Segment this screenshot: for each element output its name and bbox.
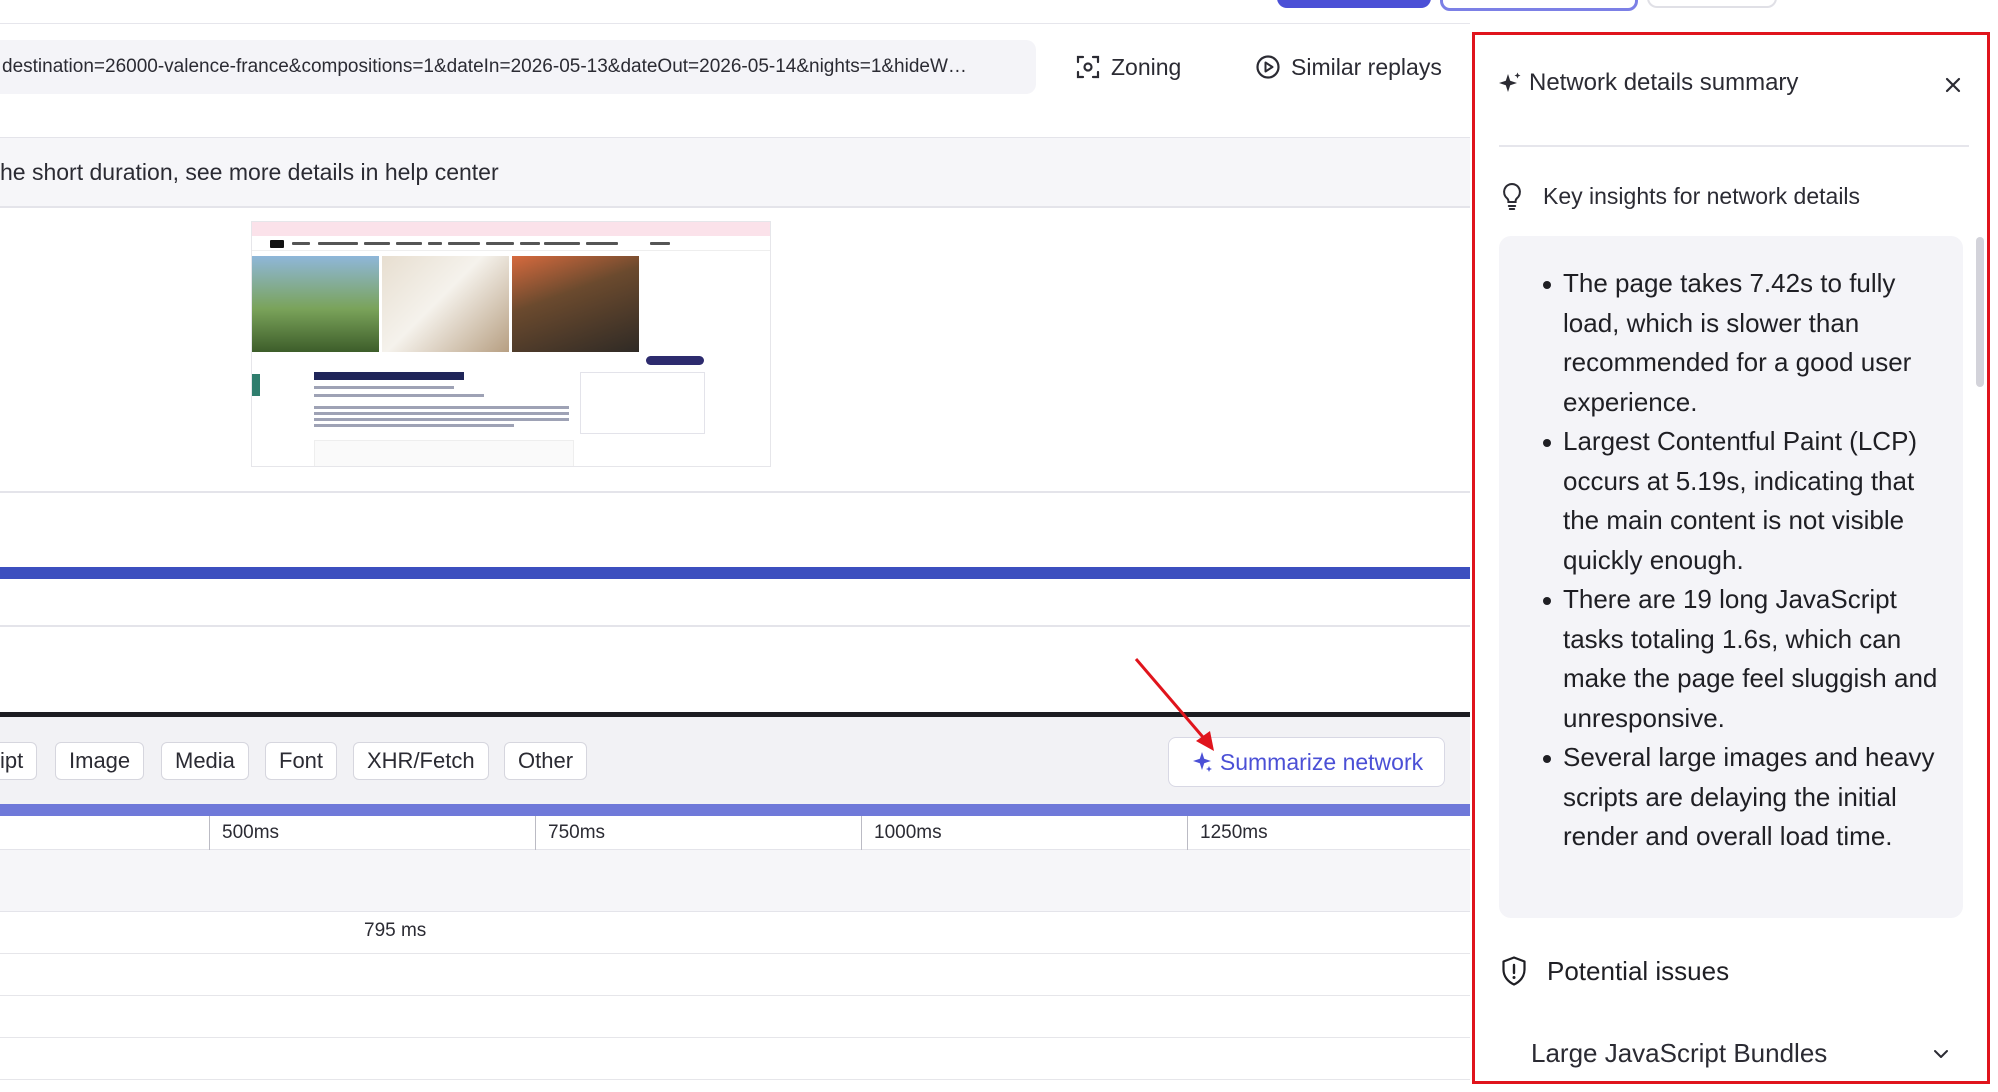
divider <box>0 206 1470 208</box>
timeline-ruler-accent <box>0 804 1470 816</box>
timeline-band <box>0 850 1470 912</box>
key-insights-label: Key insights for network details <box>1543 182 1861 209</box>
timeline-ruler: 500ms 750ms 1000ms 1250ms <box>0 816 1470 850</box>
thumbnail-text-line <box>314 424 514 427</box>
top-primary-button[interactable] <box>1277 0 1431 8</box>
chevron-down-icon <box>1934 1049 1948 1058</box>
top-selected-button[interactable] <box>1440 0 1638 11</box>
issue-large-js-bundles[interactable]: Large JavaScript Bundles <box>1531 1038 1951 1069</box>
filter-chip-font[interactable]: Font <box>265 742 338 780</box>
panel-title: Network details summary <box>1529 69 1799 96</box>
insight-item: Several large images and heavy scripts a… <box>1515 738 1939 857</box>
thumbnail-text-line <box>314 394 484 397</box>
thumbnail-text-line <box>314 412 569 415</box>
network-row[interactable] <box>0 1038 1470 1080</box>
network-row[interactable] <box>0 996 1470 1038</box>
filter-chip-script[interactable]: ipt <box>0 742 38 780</box>
network-summary-panel: Network details summary Key insights for… <box>1472 32 1990 1084</box>
panel-scrollbar[interactable] <box>1976 237 1984 387</box>
url-bar[interactable]: destination=26000-valence-france&composi… <box>0 40 1036 94</box>
similar-replays-button[interactable]: Similar replays <box>1255 44 1442 90</box>
play-circle-icon <box>1256 55 1280 79</box>
filter-chip-xhr-fetch[interactable]: XHR/Fetch <box>353 742 489 780</box>
shield-alert-icon <box>1502 956 1526 986</box>
summarize-network-button[interactable]: Summarize network <box>1168 737 1445 787</box>
zoning-frame-icon <box>1076 55 1100 79</box>
close-icon[interactable] <box>1941 73 1965 97</box>
hotel-room-photo <box>382 256 509 352</box>
summarize-network-label: Summarize network <box>1219 748 1424 775</box>
insight-item: The page takes 7.42s to fully load, whic… <box>1515 264 1939 422</box>
divider <box>0 491 1470 493</box>
issue-title: Large JavaScript Bundles <box>1531 1038 1828 1068</box>
sparkle-icon <box>1499 72 1521 92</box>
thumbnail-info-card <box>580 372 705 434</box>
lightbulb-icon <box>1503 182 1521 210</box>
timeline-progress-track[interactable] <box>0 567 1470 579</box>
thumbnail-side-tab <box>252 374 260 396</box>
potential-issues-heading: Potential issues <box>1499 955 1729 987</box>
filter-chip-image[interactable]: Image <box>55 742 145 780</box>
ruler-tick: 1250ms <box>1187 816 1268 850</box>
insight-item: There are 19 long JavaScript tasks total… <box>1515 580 1939 738</box>
thumbnail-banner <box>252 222 770 236</box>
thumbnail-hotel-title <box>314 372 464 380</box>
sparkle-icon <box>1192 752 1212 772</box>
page-screenshot-thumbnail[interactable] <box>251 221 771 467</box>
potential-issues-label: Potential issues <box>1547 955 1730 986</box>
network-row[interactable]: 795 ms <box>0 912 1470 954</box>
insight-item: Largest Contentful Paint (LCP) occurs at… <box>1515 422 1939 580</box>
key-insights-box: The page takes 7.42s to fully load, whic… <box>1499 236 1963 918</box>
short-duration-notice: he short duration, see more details in h… <box>0 138 1470 206</box>
panel-header: Network details summary <box>1475 35 1987 145</box>
thumbnail-text-line <box>314 406 569 409</box>
divider <box>0 625 1470 627</box>
network-filter-bar: ipt Image Media Font XHR/Fetch Other Sum… <box>0 717 1470 804</box>
notice-text: he short duration, see more details in h… <box>0 158 499 185</box>
row-duration: 795 ms <box>364 920 427 941</box>
filter-chip-other[interactable]: Other <box>504 742 588 780</box>
similar-replays-label: Similar replays <box>1291 53 1442 80</box>
thumbnail-text-line <box>314 418 569 421</box>
ruler-tick: 500ms <box>209 816 279 850</box>
ruler-tick: 1000ms <box>861 816 942 850</box>
hotel-exterior-photo <box>252 256 379 352</box>
top-toolbar <box>0 0 1777 24</box>
session-replay-screen: destination=26000-valence-france&composi… <box>0 0 1998 1092</box>
insights-list: The page takes 7.42s to fully load, whic… <box>1515 264 1939 857</box>
panel-divider <box>1499 145 1969 147</box>
thumbnail-text-line <box>314 386 454 389</box>
thumbnail-book-button <box>646 356 704 365</box>
thumbnail-nav <box>252 237 770 251</box>
key-insights-heading: Key insights for network details <box>1499 181 1860 211</box>
filter-chip-media[interactable]: Media <box>161 742 249 780</box>
hotel-restaurant-photo <box>512 256 639 352</box>
ruler-tick: 750ms <box>535 816 605 850</box>
zoning-button[interactable]: Zoning <box>1075 44 1181 90</box>
url-text: destination=26000-valence-france&composi… <box>2 56 967 77</box>
network-row[interactable] <box>0 954 1470 996</box>
top-secondary-button[interactable] <box>1647 0 1777 8</box>
zoning-label: Zoning <box>1111 53 1182 80</box>
thumbnail-services-box <box>314 440 574 466</box>
